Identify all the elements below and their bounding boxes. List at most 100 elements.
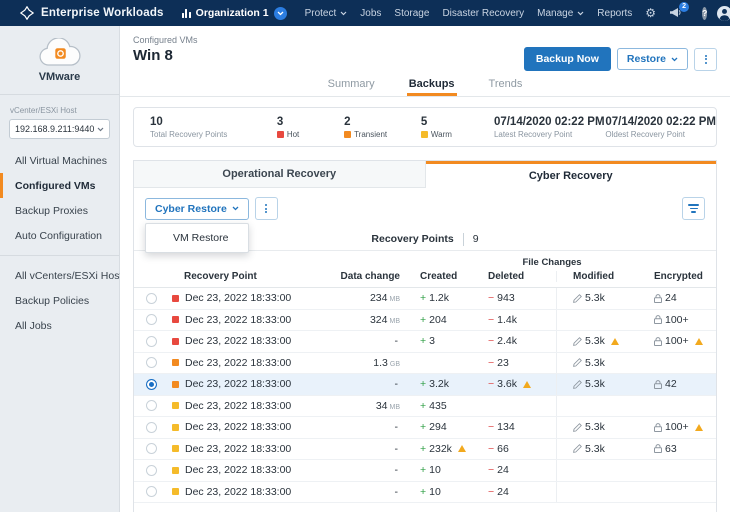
pencil-icon [573, 444, 582, 454]
data-change-value: - [394, 464, 399, 477]
recovery-type-tabs: Operational Recovery Cyber Recovery [134, 161, 716, 188]
table-row[interactable]: Dec 23, 2022 18:33:00 34MB +435 − [134, 395, 716, 417]
restore-button[interactable]: Restore [616, 48, 688, 70]
row-radio[interactable] [146, 357, 157, 369]
table-row[interactable]: Dec 23, 2022 18:33:00 - +3 −2.4k 5.3k 10… [134, 331, 716, 353]
tab-backups[interactable]: Backups [406, 74, 457, 96]
severity-marker-icon [172, 337, 179, 345]
row-radio[interactable] [146, 378, 157, 390]
pencil-icon [573, 358, 582, 368]
announcements-megaphone-icon[interactable]: 2 [669, 1, 690, 20]
recovery-point-date: Dec 23, 2022 18:33:00 [185, 313, 292, 326]
sidebar-item-auto-configuration[interactable]: Auto Configuration [0, 223, 119, 248]
table-row[interactable]: Dec 23, 2022 18:33:00 - +10 −24 [134, 460, 716, 482]
sidebar-item-all-jobs[interactable]: All Jobs [0, 313, 119, 338]
recovery-point-date: Dec 23, 2022 18:33:00 [185, 442, 292, 455]
data-change-unit: MB [389, 403, 401, 411]
nav-disaster-recovery[interactable]: Disaster Recovery [442, 8, 524, 19]
recovery-point-date: Dec 23, 2022 18:33:00 [185, 464, 292, 477]
tab-summary[interactable]: Summary [326, 74, 377, 96]
warm-marker-icon [420, 130, 428, 138]
deleted-value: 943 [497, 292, 515, 305]
severity-marker-icon [172, 380, 179, 388]
settings-gear-icon[interactable]: ⚙ [645, 7, 656, 19]
lock-icon [654, 293, 662, 303]
table-row[interactable]: Dec 23, 2022 18:33:00 - +10 −24 [134, 481, 716, 503]
modified-cell [556, 309, 642, 330]
recovery-point-date: Dec 23, 2022 18:33:00 [185, 485, 292, 498]
modified-value: 5.3k [585, 421, 605, 434]
modified-cell [556, 395, 642, 416]
org-chevron-down-icon[interactable] [273, 6, 287, 20]
table-row[interactable]: Dec 23, 2022 18:33:00 234 MB +1.2k −943 5… [134, 288, 716, 310]
created-value: 435 [429, 399, 447, 412]
user-avatar-icon[interactable] [717, 5, 730, 21]
encrypted-cell: 100+ [642, 421, 716, 433]
table-row[interactable]: Dec 23, 2022 18:33:00 - +3.2k −3.6k 5.3k… [134, 374, 716, 396]
file-changes-group-label: File Changes [522, 257, 582, 268]
sidebar-item-backup-policies[interactable]: Backup Policies [0, 288, 119, 313]
encrypted-value: 42 [665, 378, 677, 391]
org-icon [181, 8, 191, 18]
org-switcher[interactable]: Organization 1 [181, 6, 287, 20]
deleted-cell: −134 [488, 421, 515, 434]
row-radio[interactable] [146, 443, 157, 455]
data-change-cell: 34 MB [320, 400, 412, 412]
created-cell: + [412, 357, 478, 369]
deleted-cell: −24 [488, 464, 509, 477]
tab-trends[interactable]: Trends [487, 74, 525, 96]
encrypted-cell: 100+ [642, 335, 716, 347]
sidebar-item-backup-proxies[interactable]: Backup Proxies [0, 198, 119, 223]
nav-protect[interactable]: Protect [305, 8, 348, 19]
sidebar-item-all-virtual-machines[interactable]: All Virtual Machines [0, 148, 119, 173]
table-row[interactable]: Dec 23, 2022 18:33:00 - +232k −66 5.3k 6… [134, 438, 716, 460]
nav-reports[interactable]: Reports [597, 8, 632, 19]
table-row[interactable]: Dec 23, 2022 18:33:00 - +294 −134 5.3k 1… [134, 417, 716, 439]
nav-manage[interactable]: Manage [537, 8, 584, 19]
menu-item-vm-restore[interactable]: VM Restore [146, 224, 248, 252]
sidebar-item-all-vcenters-esxi-hosts[interactable]: All vCenters/ESXi Hosts [0, 263, 128, 288]
cyber-restore-button[interactable]: Cyber Restore [145, 197, 249, 220]
row-radio[interactable] [146, 292, 157, 304]
tab-cyber-recovery[interactable]: Cyber Recovery [425, 161, 716, 188]
row-radio[interactable] [146, 421, 157, 433]
created-value: 204 [429, 313, 447, 326]
encrypted-cell [642, 358, 716, 367]
row-radio[interactable] [146, 314, 157, 326]
help-icon[interactable]: ? [702, 6, 708, 20]
deleted-value: 24 [497, 485, 509, 498]
modified-value: 5.3k [585, 442, 605, 455]
nav-jobs[interactable]: Jobs [360, 8, 381, 19]
created-cell: +10 [420, 485, 441, 498]
table-row[interactable]: Dec 23, 2022 18:33:00 324 MB +204 −1.4k 1… [134, 309, 716, 331]
row-radio[interactable] [146, 486, 157, 498]
row-radio[interactable] [146, 400, 157, 412]
data-change-cell: - [320, 378, 412, 390]
lock-icon [654, 379, 662, 389]
table-row[interactable]: Dec 23, 2022 18:33:00 1.3GB + −23 5.3k [134, 352, 716, 374]
deleted-cell: − [478, 400, 556, 412]
row-radio[interactable] [146, 335, 157, 347]
recovery-points-summary-card: 10 Total Recovery Points 3 Hot 2 Transie… [133, 107, 717, 147]
data-change-value: - [394, 335, 399, 348]
table-kebab-button[interactable] [254, 197, 278, 220]
warning-icon [610, 337, 619, 345]
deleted-value: 24 [497, 464, 509, 477]
created-cell: +10 [420, 464, 441, 477]
deleted-cell: −23 [488, 356, 509, 369]
created-cell: +1.2k [420, 292, 449, 305]
recovery-card: Operational Recovery Cyber Recovery Cybe… [133, 160, 717, 512]
backup-now-button[interactable]: Backup Now [523, 47, 611, 71]
severity-marker-icon [172, 359, 179, 367]
counter-label: Recovery Points [371, 233, 454, 245]
sidebar-item-configured-vms[interactable]: Configured VMs [0, 173, 119, 198]
created-cell: +294 [420, 421, 447, 434]
host-select[interactable]: 192.168.9.211:9440 [9, 119, 110, 139]
pencil-icon [573, 336, 582, 346]
more-actions-kebab-button[interactable] [694, 47, 717, 71]
created-cell: +435 [420, 399, 447, 412]
tab-operational-recovery[interactable]: Operational Recovery [134, 161, 426, 188]
filter-button[interactable] [682, 197, 705, 220]
nav-storage[interactable]: Storage [394, 8, 429, 19]
row-radio[interactable] [146, 464, 157, 476]
